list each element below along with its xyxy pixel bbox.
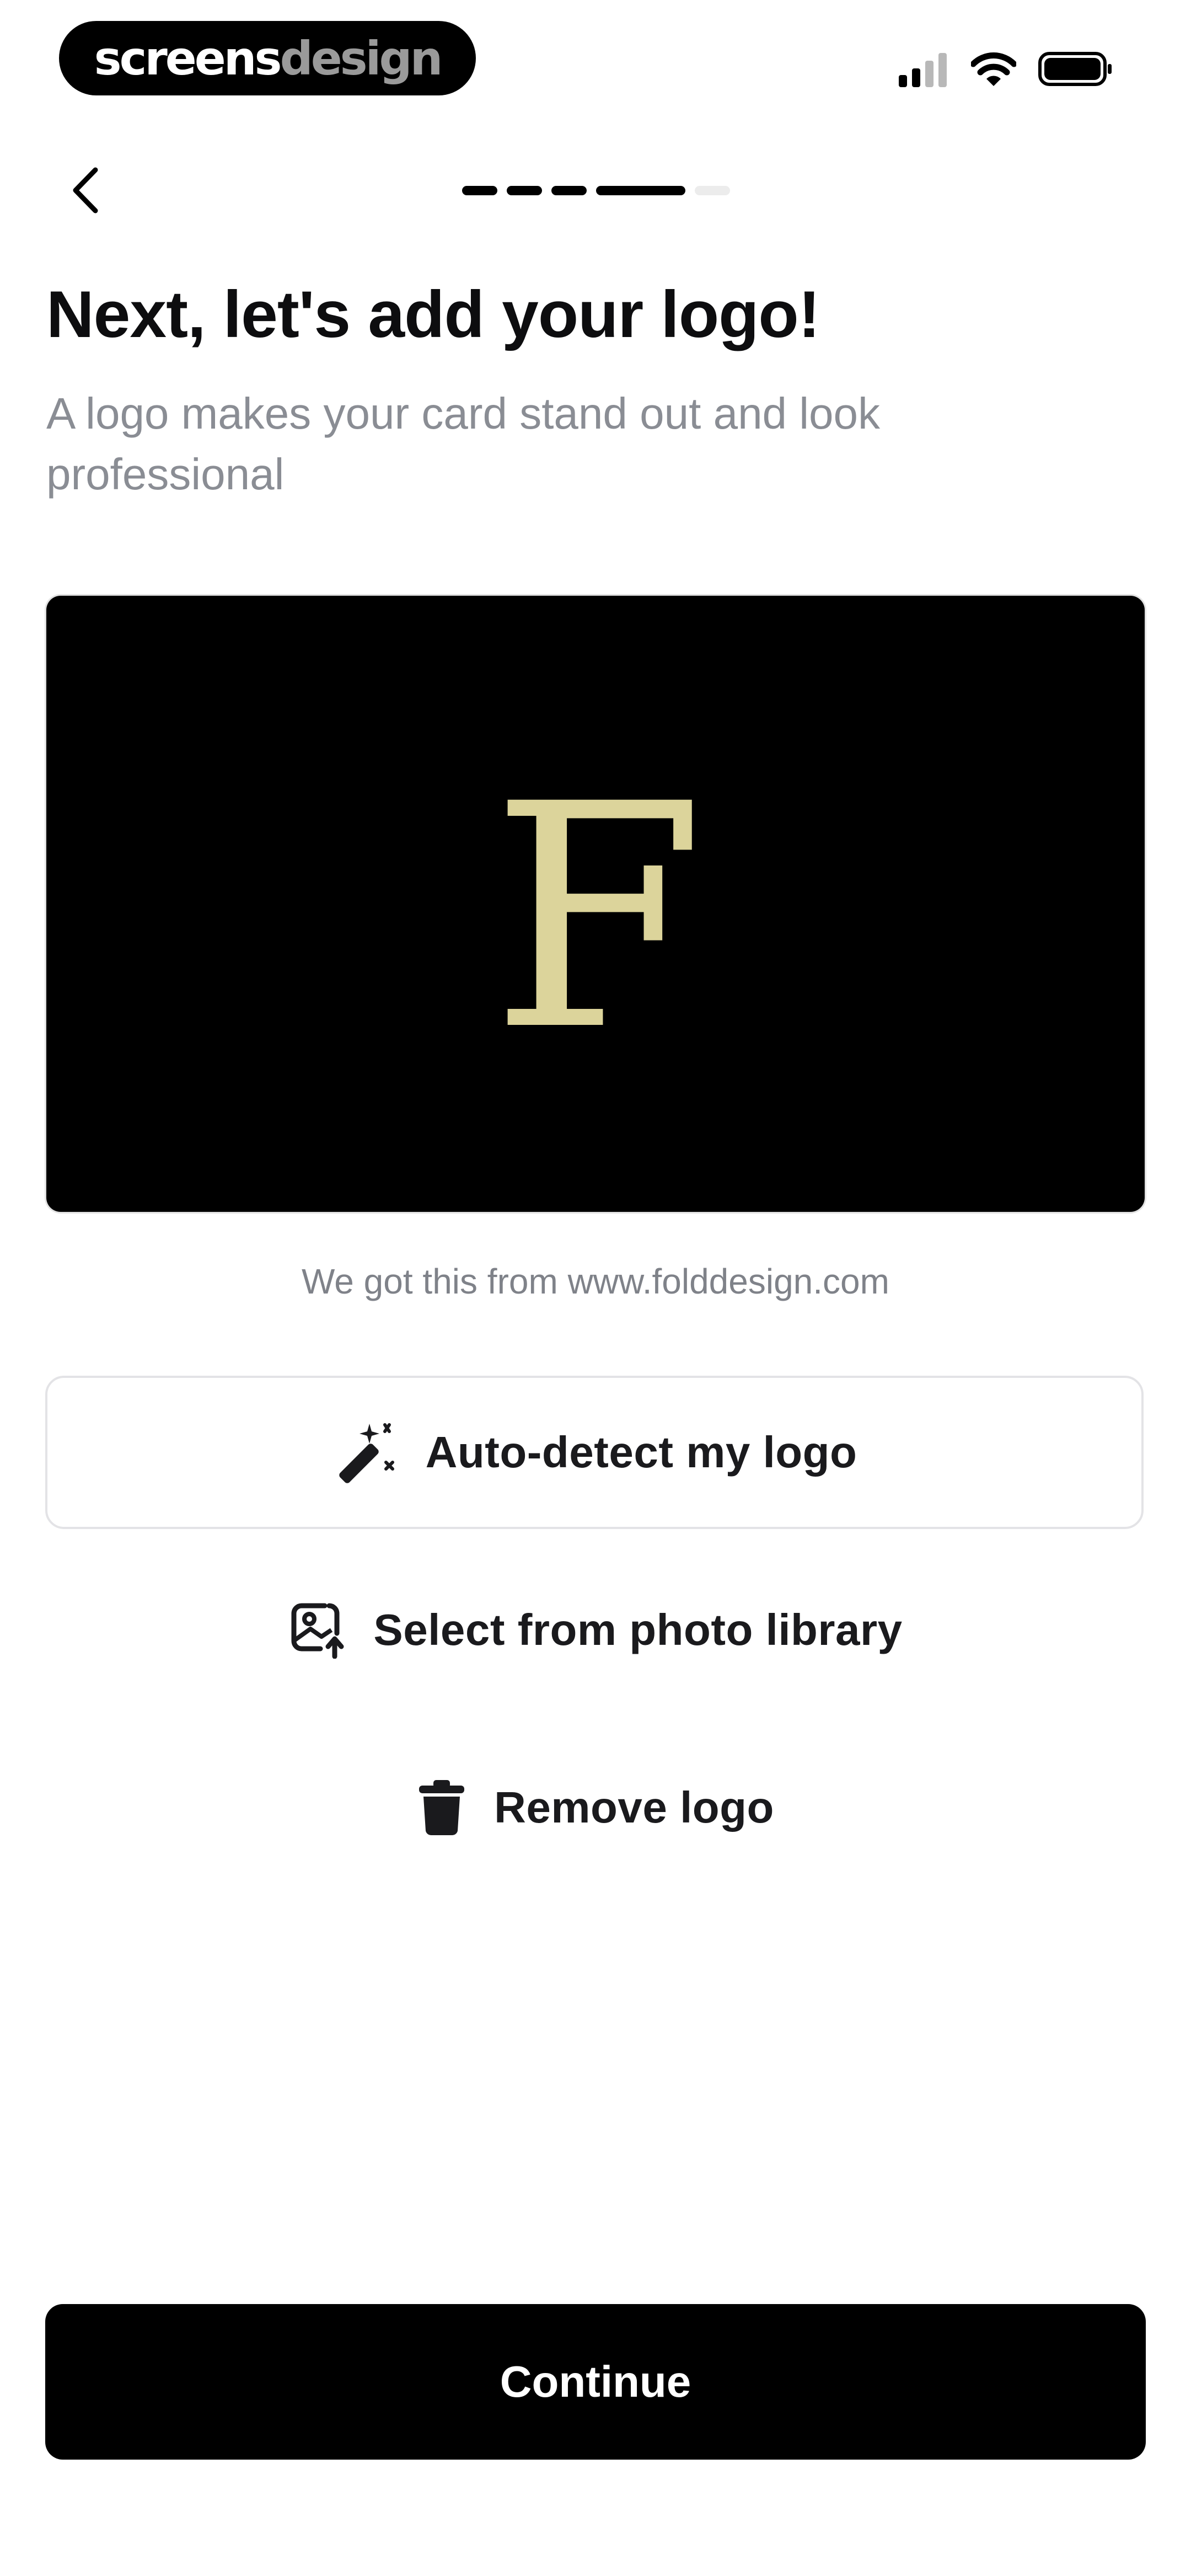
battery-icon xyxy=(1038,52,1112,86)
trash-icon xyxy=(417,1779,466,1836)
logo-image: F xyxy=(491,739,705,1098)
continue-button[interactable]: Continue xyxy=(45,2304,1146,2460)
remove-logo-button[interactable]: Remove logo xyxy=(0,1766,1191,1849)
remove-logo-label: Remove logo xyxy=(494,1783,774,1832)
page-subtitle: A logo makes your card stand out and loo… xyxy=(46,389,881,499)
logo-preview-card: F xyxy=(46,596,1145,1212)
progress-step-5 xyxy=(695,186,730,195)
select-photo-library-button[interactable]: Select from photo library xyxy=(0,1589,1191,1671)
auto-detect-logo-button[interactable]: Auto-detect my logo xyxy=(45,1376,1144,1529)
photo-library-label: Select from photo library xyxy=(373,1605,903,1654)
progress-step-3 xyxy=(551,186,587,195)
logo-source-note: We got this from www.folddesign.com xyxy=(302,1262,889,1301)
brand-watermark: screens design xyxy=(59,21,476,95)
brand-part-2: design xyxy=(280,31,443,85)
logo-letter: F xyxy=(491,739,705,1098)
progress-step-2 xyxy=(507,186,542,195)
page-title: Next, let's add your logo! xyxy=(46,277,820,351)
magic-wand-icon xyxy=(332,1419,398,1485)
status-bar: screens design xyxy=(0,0,1191,116)
progress-step-1 xyxy=(462,186,497,195)
back-button[interactable] xyxy=(58,160,113,221)
auto-detect-label: Auto-detect my logo xyxy=(425,1428,857,1477)
status-icons xyxy=(899,49,1113,87)
progress-step-4-current xyxy=(596,186,685,195)
chevron-left-icon xyxy=(73,167,98,213)
cellular-signal-icon xyxy=(899,53,947,87)
wifi-icon xyxy=(971,52,1016,86)
image-upload-icon xyxy=(288,1601,346,1659)
progress-indicator xyxy=(462,186,730,195)
brand-part-1: screens xyxy=(94,31,282,85)
